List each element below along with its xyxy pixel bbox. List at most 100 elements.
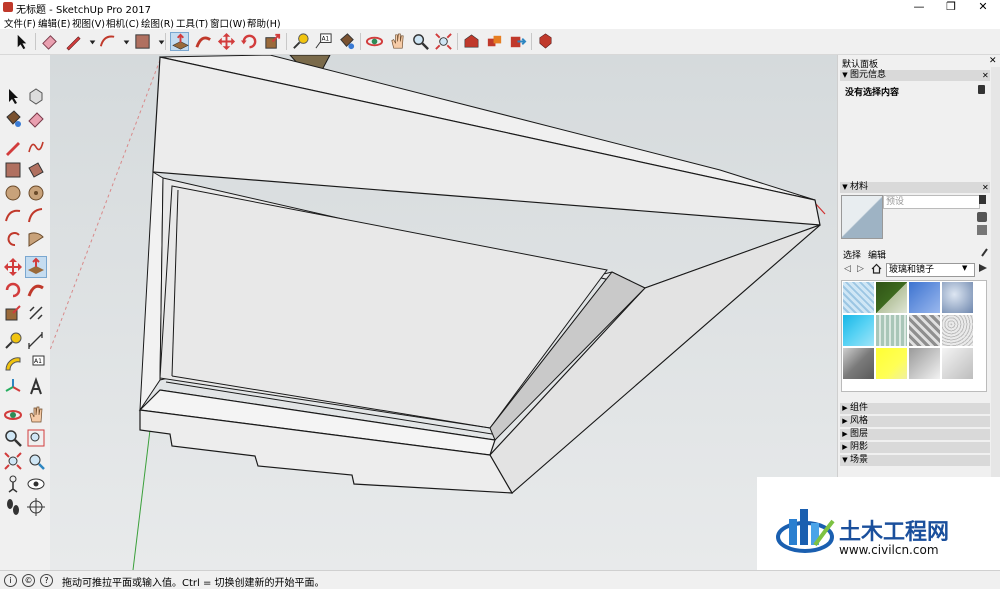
- 3d-viewport[interactable]: [50, 55, 837, 570]
- eraser-icon[interactable]: [40, 32, 59, 51]
- entity-info-header[interactable]: ▼ 图元信息: [840, 70, 990, 81]
- panel-close-icon[interactable]: ✕: [989, 56, 997, 66]
- paint-bucket-icon[interactable]: [3, 109, 23, 129]
- two-point-arc-icon[interactable]: [26, 206, 46, 226]
- panel-scrollbar[interactable]: [991, 67, 1000, 527]
- rectangle-icon[interactable]: [3, 160, 23, 180]
- help-icon[interactable]: ?: [40, 574, 53, 587]
- rotate-icon[interactable]: [240, 32, 259, 51]
- select-tool-icon[interactable]: [12, 32, 31, 51]
- back-arrow-icon[interactable]: ◁: [844, 264, 851, 274]
- tab-edit[interactable]: 编辑: [868, 248, 886, 261]
- material-swatch[interactable]: [843, 348, 874, 379]
- styles-header[interactable]: ▶ 风格: [840, 416, 990, 427]
- credits-icon[interactable]: ©: [22, 574, 35, 587]
- orbit-icon[interactable]: [3, 405, 23, 425]
- offset-icon[interactable]: [26, 303, 46, 323]
- zoom-window-icon[interactable]: [26, 428, 46, 448]
- circle-icon[interactable]: [3, 183, 23, 203]
- pan-hand-icon[interactable]: [26, 405, 46, 425]
- share-model-icon[interactable]: [508, 32, 527, 51]
- follow-me-icon[interactable]: [194, 32, 213, 51]
- create-material-icon[interactable]: [977, 212, 987, 222]
- default-material-icon[interactable]: [977, 225, 987, 235]
- previous-view-icon[interactable]: [26, 451, 46, 471]
- material-name-input[interactable]: 预设: [883, 195, 980, 209]
- eraser-icon[interactable]: [26, 109, 46, 129]
- extension-warehouse-icon[interactable]: [536, 32, 555, 51]
- material-swatch[interactable]: [942, 282, 973, 313]
- position-camera-icon[interactable]: [3, 474, 23, 494]
- pan-hand-icon[interactable]: [388, 32, 407, 51]
- freehand-icon[interactable]: [26, 137, 46, 157]
- entity-info-close-icon[interactable]: ✕: [982, 71, 989, 80]
- zoom-icon[interactable]: [3, 428, 23, 448]
- select-arrow-icon[interactable]: [3, 86, 23, 106]
- zoom-extents-icon[interactable]: [3, 451, 23, 471]
- push-pull-icon[interactable]: [25, 256, 47, 278]
- line-pencil-icon[interactable]: [64, 32, 83, 51]
- paint-bucket-icon[interactable]: [337, 32, 356, 51]
- zoom-icon[interactable]: [411, 32, 430, 51]
- three-point-arc-icon[interactable]: [3, 229, 23, 249]
- home-icon[interactable]: [871, 263, 882, 274]
- material-swatch[interactable]: [909, 348, 940, 379]
- shadows-header[interactable]: ▶ 阴影: [840, 442, 990, 453]
- geo-location-icon[interactable]: i: [4, 574, 17, 587]
- material-swatch[interactable]: [843, 315, 874, 346]
- scale-icon[interactable]: [3, 303, 23, 323]
- make-component-icon[interactable]: [26, 86, 46, 106]
- line-pencil-icon[interactable]: [3, 137, 23, 157]
- material-swatch[interactable]: [876, 282, 907, 313]
- tape-measure-icon[interactable]: [3, 331, 23, 351]
- rotate-icon[interactable]: [3, 280, 23, 300]
- material-swatch[interactable]: [909, 315, 940, 346]
- menu-edit[interactable]: 编辑(E): [38, 16, 70, 30]
- menu-view[interactable]: 视图(V): [72, 16, 105, 30]
- material-swatch[interactable]: [843, 282, 874, 313]
- zoom-extents-icon[interactable]: [434, 32, 453, 51]
- material-swatch[interactable]: [876, 348, 907, 379]
- menu-file[interactable]: 文件(F): [4, 16, 36, 30]
- move-icon[interactable]: [217, 32, 236, 51]
- follow-me-icon[interactable]: [26, 280, 46, 300]
- section-plane-icon[interactable]: [26, 497, 46, 517]
- orbit-icon[interactable]: [365, 32, 384, 51]
- material-swatch[interactable]: [909, 282, 940, 313]
- components-header[interactable]: ▶ 组件: [840, 403, 990, 414]
- protractor-icon[interactable]: [3, 354, 23, 374]
- materials-close-icon[interactable]: ✕: [982, 183, 989, 192]
- arc-dropdown-icon[interactable]: [117, 32, 130, 51]
- material-swatch[interactable]: [942, 315, 973, 346]
- minimize-button[interactable]: —: [904, 0, 934, 15]
- model-canvas[interactable]: [50, 55, 837, 570]
- close-button[interactable]: ✕: [968, 0, 998, 15]
- line-dropdown-icon[interactable]: [83, 32, 96, 51]
- pie-icon[interactable]: [26, 229, 46, 249]
- rotated-rectangle-icon[interactable]: [26, 160, 46, 180]
- scale-icon[interactable]: [263, 32, 282, 51]
- menu-draw[interactable]: 绘图(R): [141, 16, 174, 30]
- move-icon[interactable]: [3, 257, 23, 277]
- dimension-icon[interactable]: [26, 331, 46, 351]
- warehouse-icon[interactable]: [462, 32, 481, 51]
- push-pull-icon[interactable]: [170, 32, 189, 51]
- forward-arrow-icon[interactable]: ▷: [857, 264, 864, 274]
- menu-window[interactable]: 窗口(W): [210, 16, 246, 30]
- materials-header[interactable]: ▼ 材料: [840, 182, 990, 193]
- maximize-button[interactable]: ❐: [936, 0, 966, 15]
- display-secondary-icon[interactable]: [979, 195, 986, 204]
- scenes-header[interactable]: ▼ 场景: [840, 455, 990, 466]
- arc-icon[interactable]: [98, 32, 117, 51]
- polygon-icon[interactable]: [26, 183, 46, 203]
- eyedropper-icon[interactable]: [981, 247, 989, 257]
- text-tool-icon[interactable]: A1: [314, 32, 333, 51]
- material-swatch[interactable]: [942, 348, 973, 379]
- menu-help[interactable]: 帮助(H): [247, 16, 281, 30]
- walk-icon[interactable]: [3, 497, 23, 517]
- rectangle-icon[interactable]: [133, 32, 152, 51]
- tab-select[interactable]: 选择: [843, 248, 861, 261]
- entity-info-detail-icon[interactable]: [978, 85, 985, 94]
- components-3d-icon[interactable]: [485, 32, 504, 51]
- layers-header[interactable]: ▶ 图层: [840, 429, 990, 440]
